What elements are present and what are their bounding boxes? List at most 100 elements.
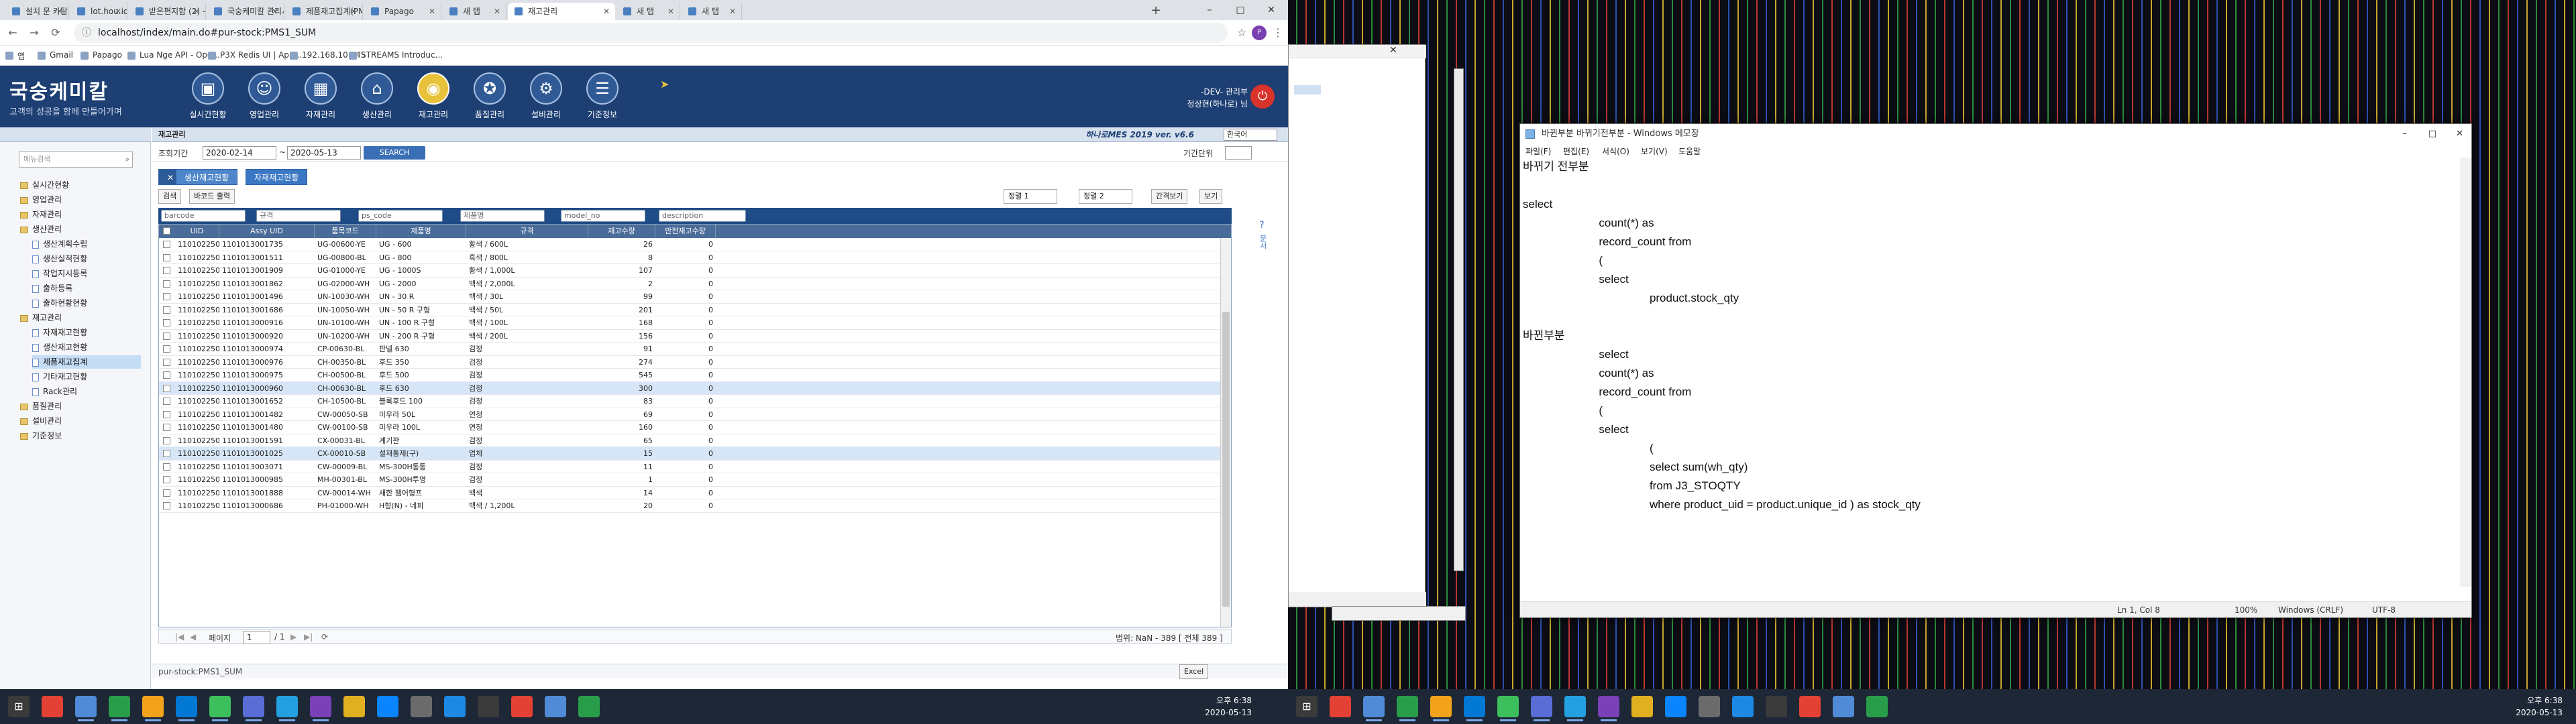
row-checkbox[interactable]	[163, 410, 170, 418]
pager-first-icon[interactable]: |◀	[175, 632, 184, 642]
browser-tab[interactable]: 새 탭 ✕	[443, 3, 506, 20]
notepad-scrollbar[interactable]	[2460, 158, 2471, 587]
tab-close-icon[interactable]: ✕	[429, 3, 435, 20]
bookmark-item[interactable]: Papago	[80, 50, 122, 60]
browser-tab[interactable]: 받은편지함 (2) - ...✕	[129, 3, 206, 20]
sidebar-item[interactable]: 출하등록	[32, 282, 141, 295]
table-row[interactable]: 11010225004031101013001482 CW-00050-SB 미우라…	[159, 408, 1220, 421]
pager-next-icon[interactable]: ▶	[290, 632, 297, 642]
barcode-print-button[interactable]: 바코드 출력	[189, 189, 235, 204]
app-icon[interactable]	[1799, 696, 1821, 717]
tab-production-stock[interactable]: 생산재고현황	[176, 169, 238, 185]
app-icon[interactable]	[1665, 696, 1686, 717]
sidebar-item[interactable]: 품질관리	[20, 400, 141, 413]
table-row[interactable]: 11010225003571101013000916 UN-10100-WH UN …	[159, 316, 1220, 330]
browser-tab[interactable]: 새 탭 ✕	[616, 3, 680, 20]
menu-help[interactable]: 도움말	[1678, 145, 1701, 157]
row-checkbox[interactable]	[163, 306, 170, 314]
star-icon[interactable]: ☆	[1234, 25, 1249, 40]
clock-right[interactable]: 오후 6:38 2020-05-13	[2509, 695, 2563, 719]
row-checkbox[interactable]	[163, 476, 170, 483]
tab-close-icon[interactable]: ✕	[350, 3, 357, 20]
sidebar-item[interactable]: 생산계획수립	[32, 237, 141, 251]
bookmark-item[interactable]: Lua Nge API - Ope...	[127, 50, 220, 60]
table-row[interactable]: 11010225002591101013001909 UG-01000-YE UG …	[159, 264, 1220, 278]
table-row[interactable]: 11010225003721101013000974 CP-00630-BL 판넬 …	[159, 343, 1220, 356]
table-row[interactable]: 11010225003801101013000975 CH-00500-BL 후드 …	[159, 369, 1220, 382]
notepad-maximize-button[interactable]: □	[2428, 124, 2436, 144]
notepad-text-area[interactable]: 바뀌기 전부분 select count(*) as record_count …	[1520, 158, 2457, 587]
new-tab-button[interactable]: +	[1148, 4, 1163, 19]
row-checkbox[interactable]	[163, 241, 170, 248]
row-checkbox[interactable]	[163, 345, 170, 353]
table-row[interactable]: 11010225003581101013000920 UN-10200-WH UN …	[159, 330, 1220, 343]
table-row[interactable]: 11010225003561101013001686 UN-10050-WH UN …	[159, 304, 1220, 316]
search-toggle-button[interactable]: 검색	[158, 189, 182, 204]
sidebar-item[interactable]: 생산재고현황	[32, 341, 141, 354]
bookmark-item[interactable]: P3X Redis UI | App...	[208, 50, 302, 60]
chrome-icon[interactable]	[1464, 696, 1485, 721]
sidebar-item[interactable]: 기준정보	[20, 429, 141, 442]
chrome-icon[interactable]	[310, 696, 331, 721]
row-checkbox[interactable]	[163, 332, 170, 340]
tab-material-stock[interactable]: 자재재고현황	[246, 169, 308, 185]
filter-barcode[interactable]: barcode	[161, 210, 246, 222]
filter-ps-code[interactable]: ps_code	[358, 210, 443, 222]
sidebar-item[interactable]: 제품재고집계	[32, 355, 141, 369]
sidebar-item[interactable]: 자재관리	[20, 208, 141, 221]
browser-tab[interactable]: 제품재고집계(PMS...✕	[286, 3, 363, 20]
row-checkbox[interactable]	[163, 384, 170, 392]
background-window-1[interactable]: ✕	[1288, 44, 1426, 607]
search-button[interactable]: SEARCH	[364, 146, 425, 160]
sort1-select[interactable]: 정렬 1	[1004, 189, 1057, 204]
date-to-input[interactable]: 2020-05-13	[287, 146, 361, 160]
table-row[interactable]: 11010225002581101013001511 UG-00800-BL UG …	[159, 251, 1220, 264]
sidebar-item[interactable]: 작업지시등록	[32, 267, 141, 280]
filter-description[interactable]: description	[659, 210, 746, 222]
language-select[interactable]: 한국어	[1224, 129, 1277, 141]
nav-menu-6[interactable]: ✪ 품질관리	[463, 72, 517, 126]
chrome-icon[interactable]	[1598, 696, 1619, 721]
bookmark-item[interactable]: STREAMS Introduc...	[349, 50, 443, 60]
windows-icon[interactable]	[411, 696, 432, 717]
sidebar-item[interactable]: 영업관리	[20, 193, 141, 206]
row-checkbox[interactable]	[163, 436, 170, 444]
tab-close-icon[interactable]: ✕	[272, 3, 278, 20]
row-checkbox[interactable]	[163, 424, 170, 431]
forward-icon[interactable]: →	[27, 25, 42, 40]
menu-edit[interactable]: 편집(E)	[1563, 145, 1589, 157]
power-icon[interactable]: ⏻	[1250, 84, 1275, 109]
sidebar-item[interactable]: 설비관리	[20, 414, 141, 428]
menu-format[interactable]: 서식(O)	[1602, 145, 1629, 157]
nav-menu-8[interactable]: ☰ 기준정보	[576, 72, 629, 126]
table-row[interactable]: 11010225004491101013001888 CW-00014-WH 새한 …	[159, 487, 1220, 499]
browser-tab[interactable]: lot.hou.io ✕	[70, 3, 127, 20]
folder-icon[interactable]	[1363, 696, 1385, 721]
interval-view-button[interactable]: 간격보기	[1151, 189, 1188, 204]
row-checkbox[interactable]	[163, 253, 170, 261]
table-row[interactable]: 11010225003851101013001652 CH-10500-BL 블록후…	[159, 395, 1220, 408]
paper-plane-icon[interactable]: ➤	[660, 78, 669, 90]
notepad-minimize-button[interactable]: –	[2403, 124, 2408, 144]
menu-search-input[interactable]: 메뉴검색 ⌕	[19, 152, 133, 168]
row-checkbox[interactable]	[163, 371, 170, 379]
tab-close-icon[interactable]: ✕	[115, 3, 121, 20]
browser-tab[interactable]: 재고관리 ✕	[508, 3, 615, 20]
column-header[interactable]: 품목코드	[315, 225, 376, 238]
sidebar-item[interactable]: 실시간현황	[20, 178, 141, 192]
windows-icon[interactable]: ⊞	[1296, 696, 1318, 717]
background-window-2[interactable]	[1454, 68, 1464, 571]
windows-icon[interactable]	[276, 696, 298, 721]
sort2-select[interactable]: 정렬 2	[1079, 189, 1132, 204]
maximize-button[interactable]: □	[1225, 0, 1256, 20]
help-icon[interactable]: ?	[1254, 220, 1269, 233]
tab-close-icon[interactable]: ✕	[193, 3, 200, 20]
tab-close-icon[interactable]: ✕	[56, 3, 63, 20]
browser-tab[interactable]: 새 탭 ✕	[682, 3, 742, 20]
menu-view[interactable]: 보기(V)	[1641, 145, 1668, 157]
chrome-icon[interactable]	[1732, 696, 1754, 717]
table-row[interactable]: 11010225004451101013000985 MH-00301-BL MS-…	[159, 473, 1220, 487]
row-checkbox[interactable]	[163, 358, 170, 366]
folder-icon[interactable]	[1766, 696, 1787, 717]
browser-tab[interactable]: Papago ✕	[364, 3, 441, 20]
